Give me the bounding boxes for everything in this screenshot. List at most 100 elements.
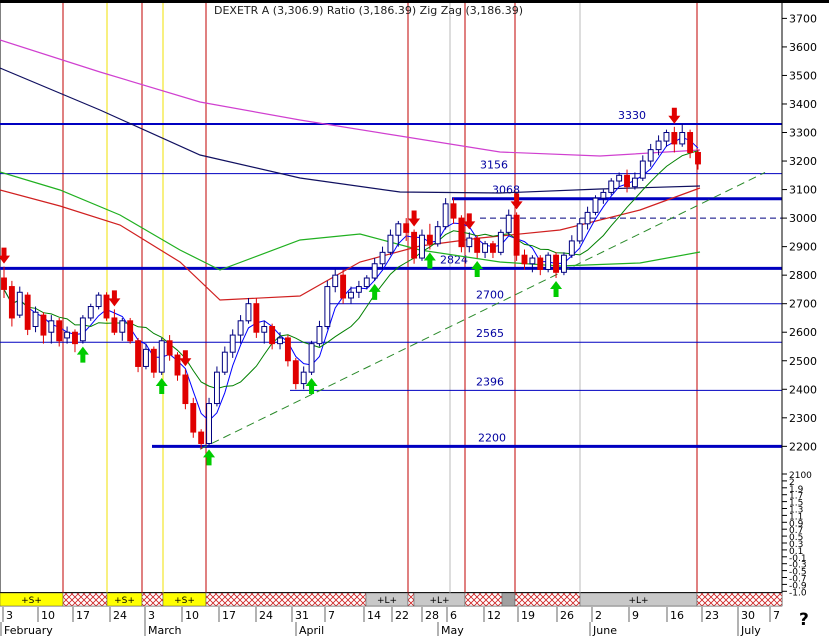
candle-body [434,226,441,245]
x-tick-label: 7 [328,609,335,622]
chart-header: DEXETR A (3,306.9) Ratio (3,186.39) Zig … [214,4,523,17]
candle-body [150,348,157,373]
signal-segment [141,592,164,607]
candle [308,340,315,376]
candle-body [695,151,701,165]
candle-body [584,211,591,225]
candle [608,178,615,196]
signal-segment [62,592,108,607]
candle-body [229,334,236,353]
candle-body [158,340,165,373]
candle [458,215,465,253]
y-tick-label: 2200 [789,440,817,453]
candle-body [537,257,544,270]
candle-body [32,311,39,328]
candle-body [253,303,260,333]
signal-segment-label: +S+ [114,596,135,606]
candle-body [1,277,7,290]
y-tick-label: 3500 [789,69,817,82]
y-tick-label: 3100 [789,184,817,197]
candle-body [379,251,386,265]
y-tick-label: 3000 [789,212,817,225]
x-tick-label: 14 [367,609,381,622]
candle-body [576,223,583,242]
candle-body [348,291,354,299]
signal-segment [205,592,367,607]
help-button[interactable]: ? [799,610,813,632]
candle-body [332,274,339,288]
candle-body [608,180,615,193]
candle-body [482,243,489,253]
x-tick-label: 17 [222,609,236,622]
candle-body [135,340,142,367]
candle [87,303,94,321]
candle-body [277,337,283,345]
candle-body [166,340,173,356]
candle-body [213,371,220,405]
x-tick-label: 3 [6,609,13,622]
candle-body [143,348,149,367]
y-tick-label: 2800 [789,269,817,282]
x-tick-label: 16 [670,609,684,622]
candle-body [419,234,425,259]
candle-body [56,320,63,342]
candle [158,337,165,376]
signal-segment-label: +L+ [429,596,449,606]
candle-body [450,203,457,219]
month-label: June [592,624,617,636]
signal-segment-label: +S+ [21,596,42,606]
x-tick-label: 9 [632,609,639,622]
signal-segment-label: +L+ [628,596,648,606]
candle-body [521,254,528,265]
month-label: July [740,624,761,636]
candle-body [182,374,189,405]
x-tick-label: 10 [41,609,55,622]
candle-body [592,197,599,213]
x-tick-label: 22 [395,609,409,622]
level-label-3156: 3156 [480,159,508,172]
y-tick-label: 2500 [789,355,817,368]
candle-body [340,274,347,299]
level-label-2200: 2200 [478,431,506,444]
month-label: May [441,624,464,636]
candle-body [568,240,575,256]
y-tick-label: 2600 [789,326,817,339]
candle [213,366,220,407]
candle-body [474,237,481,253]
level-label-2396: 2396 [476,375,504,388]
signal-segment [514,592,581,607]
x-tick-label: 26 [560,609,574,622]
candle-body [292,360,299,385]
y-tick-label: 3700 [789,12,817,25]
candle-body [300,371,307,385]
x-tick-label: 28 [425,609,439,622]
candle-body [655,140,662,151]
candle [103,292,110,321]
x-tick-label: 6 [450,609,457,622]
candle-body [79,317,86,342]
candle-body [119,320,126,333]
y-tick-label: 3400 [789,98,817,111]
candle-body [458,217,465,248]
candle-body [237,320,244,336]
candle-body [371,263,378,279]
candle-body [111,317,118,333]
candle [79,315,86,344]
candle-body [671,132,678,145]
candle-body [245,303,252,322]
candle [127,317,134,344]
month-label: February [4,624,53,636]
candle-body [174,354,181,376]
candle [513,212,520,261]
candle-body [426,234,433,245]
candle-body [403,223,410,233]
x-tick-label: 7 [773,609,780,622]
y-tick-label: 3200 [789,155,817,168]
candle [24,292,31,336]
signal-segment [696,592,783,607]
y-tick-label: 2900 [789,241,817,254]
x-tick-label: 30 [741,609,755,622]
signal-segment [501,592,516,607]
x-tick-label: 23 [705,609,719,622]
x-tick-label: 19 [521,609,535,622]
